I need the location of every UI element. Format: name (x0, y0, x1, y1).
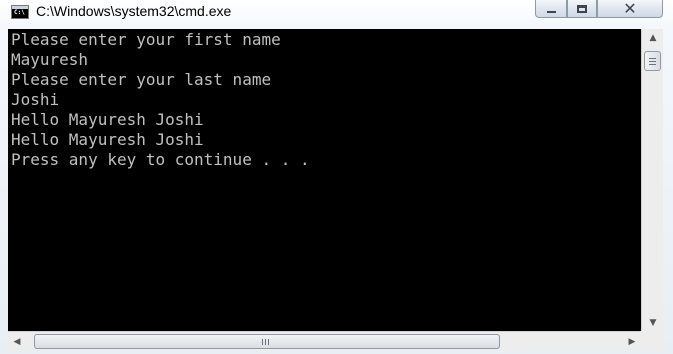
minimize-button[interactable] (535, 0, 567, 18)
console-line: Mayuresh (11, 50, 89, 69)
thumb-grip-line (265, 339, 266, 345)
thumb-grip-line (268, 339, 269, 345)
console-output-area[interactable]: Please enter your first name Mayuresh Pl… (8, 29, 641, 331)
maximize-button[interactable] (567, 0, 597, 18)
close-icon: ✕ (623, 0, 637, 18)
vertical-scroll-thumb[interactable] (644, 51, 661, 71)
thumb-grip-line (649, 58, 656, 59)
close-button[interactable]: ✕ (597, 0, 663, 18)
console-window: C:\ C:\Windows\system32\cmd.exe ✕ Please… (0, 0, 673, 354)
thumb-grip-line (262, 339, 263, 345)
window-title: C:\Windows\system32\cmd.exe (36, 3, 232, 19)
cmd-app-icon[interactable]: C:\ (11, 5, 29, 19)
title-bar[interactable]: C:\ C:\Windows\system32\cmd.exe ✕ (0, 0, 673, 28)
console-line: Please enter your last name (11, 70, 272, 89)
console-line: Hello Mayuresh Joshi (11, 110, 204, 129)
horizontal-scrollbar[interactable]: ◀ ▶ (8, 331, 641, 351)
vertical-scrollbar[interactable]: ▲ ▼ (641, 29, 663, 331)
console-line: Hello Mayuresh Joshi (11, 130, 204, 149)
thumb-grip-line (649, 64, 656, 65)
scroll-down-arrow-icon[interactable]: ▼ (643, 314, 663, 331)
console-line: Joshi (11, 90, 60, 109)
maximize-icon (577, 4, 587, 13)
scroll-up-arrow-icon[interactable]: ▲ (643, 29, 663, 46)
scroll-left-arrow-icon[interactable]: ◀ (8, 332, 26, 351)
cmd-icon-text: C:\ (14, 9, 25, 16)
horizontal-scroll-thumb[interactable] (34, 334, 500, 349)
console-line: Please enter your first name (11, 30, 281, 49)
thumb-grip-line (649, 61, 656, 62)
console-line: Press any key to continue . . . (11, 150, 310, 169)
scroll-right-arrow-icon[interactable]: ▶ (623, 332, 641, 351)
scrollbar-corner (641, 331, 663, 351)
minimize-icon (546, 10, 556, 13)
console-lines: Please enter your first name Mayuresh Pl… (8, 29, 641, 170)
